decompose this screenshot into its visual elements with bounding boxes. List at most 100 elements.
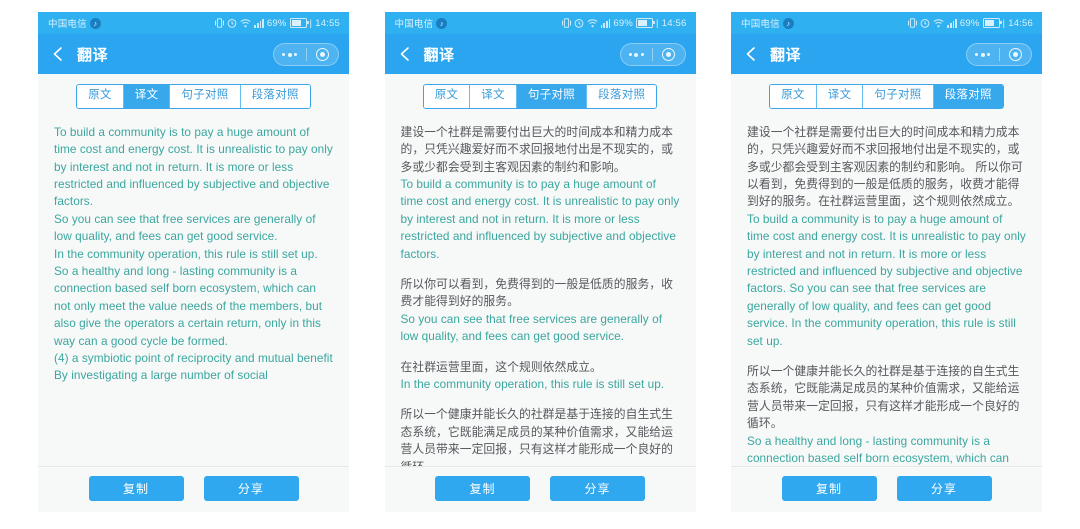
share-button[interactable]: 分享 <box>203 476 299 501</box>
tabs-container: 原文 译文 句子对照 段落对照 <box>731 74 1042 118</box>
tab-sentence-compare[interactable]: 句子对照 <box>170 85 241 108</box>
capsule-more-button[interactable] <box>621 44 653 65</box>
tab-paragraph-compare[interactable]: 段落对照 <box>240 85 310 108</box>
target-text: So you can see that free services are ge… <box>400 311 663 344</box>
page-title: 翻译 <box>77 46 109 64</box>
vibrate-icon <box>215 18 225 28</box>
tab-original[interactable]: 原文 <box>77 85 124 108</box>
ellipsis-icon <box>282 52 298 57</box>
target-text: To build a community is to pay a huge am… <box>400 177 680 261</box>
battery-icon <box>636 18 656 28</box>
paragraph-pair: 建设一个社群是需要付出巨大的时间成本和精力成本的，只凭兴趣爱好而不求回报地付出是… <box>401 124 680 263</box>
wifi-icon <box>240 18 251 28</box>
miniprogram-capsule <box>619 43 686 66</box>
capsule-more-button[interactable] <box>967 44 999 65</box>
status-indicators: 69% | 14:56 <box>908 18 1033 29</box>
view-mode-tabs: 原文 译文 句子对照 段落对照 <box>769 84 1004 109</box>
alarm-icon <box>920 18 930 28</box>
paragraph: (4) a symbiotic point of reciprocity and… <box>54 351 333 366</box>
carrier-area: 中国电信 ♪ <box>48 16 101 30</box>
paragraph-compare-content[interactable]: 建设一个社群是需要付出巨大的时间成本和精力成本的，只凭兴趣爱好而不求回报地付出是… <box>731 117 1042 466</box>
target-circle-icon <box>315 48 329 61</box>
paragraph-pair: 所以一个健康并能长久的社群是基于连接的自生式生态系统，它既能满足成员的某种价值需… <box>401 406 680 466</box>
battery-icon <box>289 18 309 28</box>
source-text: 建设一个社群是需要付出巨大的时间成本和精力成本的，只凭兴趣爱好而不求回报地付出是… <box>747 124 1023 209</box>
carrier-area: 中国电信 ♪ <box>741 16 794 30</box>
copy-button[interactable]: 复制 <box>781 476 877 501</box>
wifi-icon <box>933 18 944 28</box>
tab-sentence-compare[interactable]: 句子对照 <box>516 85 588 108</box>
tabs-container: 原文 译文 句子对照 段落对照 <box>384 74 696 118</box>
music-note-icon: ♪ <box>436 17 448 29</box>
action-bar: 复制 分享 <box>731 466 1042 512</box>
nav-bar: 翻译 <box>384 34 696 74</box>
sentence-compare-content[interactable]: 建设一个社群是需要付出巨大的时间成本和精力成本的，只凭兴趣爱好而不求回报地付出是… <box>384 117 696 466</box>
miniprogram-capsule <box>273 43 339 66</box>
translation-content[interactable]: To build a community is to pay a huge am… <box>38 117 349 466</box>
status-bar: 中国电信 ♪ 69% | 14:56 <box>384 12 696 34</box>
target-circle-icon <box>662 48 676 61</box>
battery-percent-label: 69% <box>959 17 980 29</box>
carrier-label: 中国电信 <box>394 19 434 30</box>
chevron-left-icon[interactable] <box>397 46 413 62</box>
source-text: 所以一个健康并能长久的社群是基于连接的自生式生态系统，它既能满足成员的某种价值需… <box>400 407 673 466</box>
wifi-icon <box>587 18 598 28</box>
carrier-label: 中国电信 <box>48 19 87 30</box>
tabs-container: 原文 译文 句子对照 段落对照 <box>38 74 349 118</box>
capsule-close-button[interactable] <box>307 44 339 65</box>
target-circle-icon <box>1008 48 1022 61</box>
phone-screen-paragraph-compare: 中国电信 ♪ 69% | 14:56 翻译 原文 译文 句子对照 段落对照 建设… <box>731 12 1042 512</box>
capsule-close-button[interactable] <box>1000 44 1032 65</box>
battery-icon <box>982 18 1002 28</box>
phone-screen-translation: 中国电信 ♪ 69% | 14:55 翻译 原文 译文 句子对照 段落对照 To… <box>38 12 349 512</box>
capsule-close-button[interactable] <box>653 44 685 65</box>
signal-strength-icon <box>600 18 611 28</box>
music-note-icon: ♪ <box>89 17 101 29</box>
tab-translation[interactable]: 译文 <box>816 85 864 108</box>
tab-paragraph-compare[interactable]: 段落对照 <box>933 85 1003 108</box>
source-text: 在社群运营里面，这个规则依然成立。 <box>400 359 602 374</box>
source-text: 所以你可以看到，免费得到的一般是低质的服务，收费才能得到好的服务。 <box>400 277 673 309</box>
carrier-label: 中国电信 <box>741 19 780 30</box>
battery-percent-label: 69% <box>266 17 287 29</box>
status-indicators: 69% | 14:55 <box>215 18 340 29</box>
screenshot-stage: 中国电信 ♪ 69% | 14:55 翻译 原文 译文 句子对照 段落对照 To… <box>0 0 1080 529</box>
chevron-left-icon[interactable] <box>743 46 759 62</box>
phone-screen-sentence-compare: 中国电信 ♪ 69% | 14:56 翻译 原文 译文 句子对照 段落对照 建设… <box>384 12 696 512</box>
paragraph: So a healthy and long - lasting communit… <box>54 264 323 348</box>
ellipsis-icon <box>628 52 644 57</box>
tab-original[interactable]: 原文 <box>423 85 471 108</box>
status-separator: | <box>309 17 313 29</box>
vibrate-icon <box>561 18 571 28</box>
tab-translation[interactable]: 译文 <box>123 85 171 108</box>
chevron-left-icon[interactable] <box>50 46 66 62</box>
view-mode-tabs: 原文 译文 句子对照 段落对照 <box>76 84 311 109</box>
tab-sentence-compare[interactable]: 句子对照 <box>863 85 934 108</box>
page-title: 翻译 <box>423 46 455 64</box>
source-text: 建设一个社群是需要付出巨大的时间成本和精力成本的，只凭兴趣爱好而不求回报地付出是… <box>400 124 673 174</box>
share-button[interactable]: 分享 <box>896 476 992 501</box>
status-indicators: 69% | 14:56 <box>561 17 687 29</box>
target-text: To build a community is to pay a huge am… <box>747 211 1026 348</box>
alarm-icon <box>227 18 237 28</box>
miniprogram-capsule <box>966 43 1032 66</box>
capsule-more-button[interactable] <box>274 44 306 65</box>
copy-button[interactable]: 复制 <box>88 476 184 501</box>
clock-label: 14:56 <box>661 17 687 29</box>
page-title: 翻译 <box>770 46 802 64</box>
status-bar: 中国电信 ♪ 69% | 14:56 <box>731 12 1042 34</box>
share-button[interactable]: 分享 <box>550 476 645 501</box>
status-bar: 中国电信 ♪ 69% | 14:55 <box>38 12 349 34</box>
signal-strength-icon <box>254 18 264 28</box>
alarm-icon <box>574 18 584 28</box>
copy-button[interactable]: 复制 <box>435 476 530 501</box>
tab-paragraph-compare[interactable]: 段落对照 <box>587 85 657 108</box>
source-text: 所以一个健康并能长久的社群是基于连接的自生式生态系统，它既能满足成员的某种价值需… <box>747 364 1020 431</box>
tab-translation[interactable]: 译文 <box>470 85 517 108</box>
paragraph: So you can see that free services are ge… <box>54 211 316 244</box>
clock-label: 14:55 <box>315 17 340 29</box>
paragraph-pair: 在社群运营里面，这个规则依然成立。 In the community opera… <box>401 359 680 394</box>
target-text: So a healthy and long - lasting communit… <box>747 433 1010 466</box>
nav-bar: 翻译 <box>731 34 1042 74</box>
tab-original[interactable]: 原文 <box>770 85 817 108</box>
